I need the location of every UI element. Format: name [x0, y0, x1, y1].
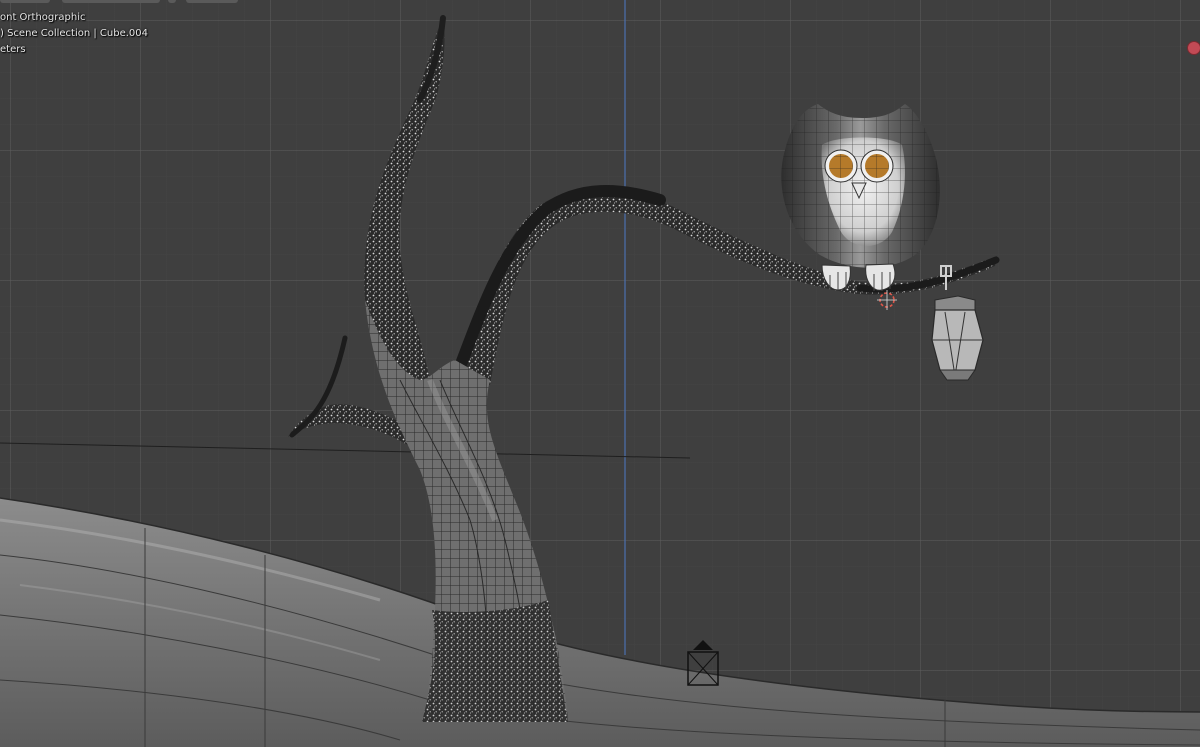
ground-mesh[interactable]	[0, 497, 1200, 747]
view-name-label: ont Orthographic	[0, 12, 86, 23]
collection-info-label: ) Scene Collection | Cube.004	[0, 28, 149, 39]
owl-mesh[interactable]	[781, 104, 940, 291]
units-label: eters	[0, 44, 26, 55]
horizon-line	[0, 442, 691, 459]
3d-viewport[interactable]: ont Orthographic ) Scene Collection | Cu…	[0, 0, 1200, 747]
scene-canvas[interactable]	[0, 0, 1200, 747]
record-dot-icon[interactable]	[1187, 41, 1200, 55]
